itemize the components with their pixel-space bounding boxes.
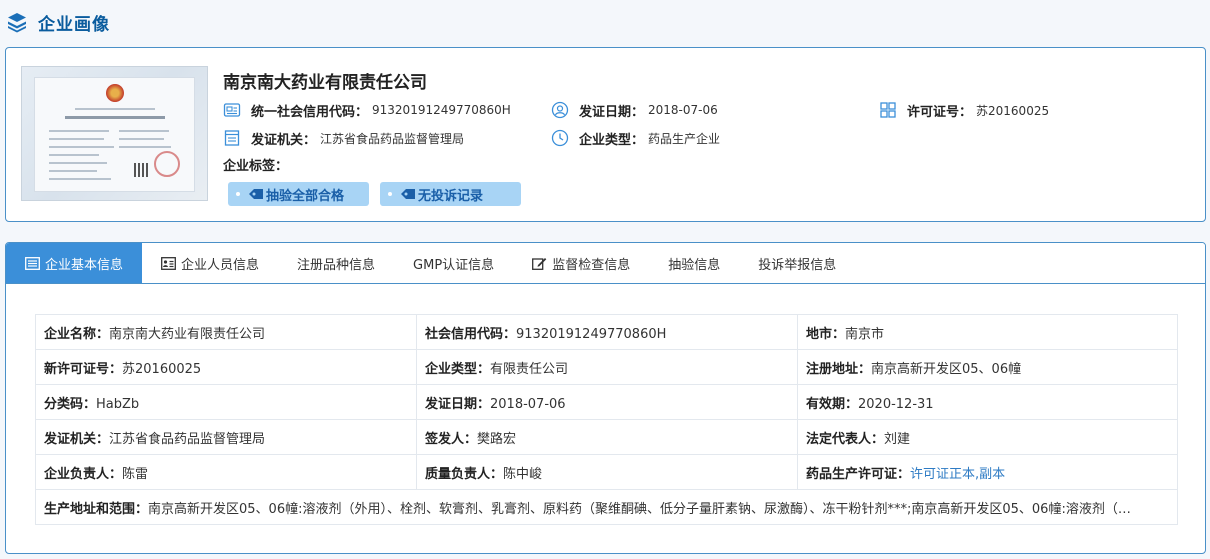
credit-card-icon: [223, 103, 241, 117]
tab-label: 注册品种信息: [297, 257, 376, 273]
issuer-item: 发证机关： 江苏省食品药品监督管理局: [223, 128, 464, 148]
tab-supervision-inspection[interactable]: 监督检查信息: [513, 243, 649, 283]
production-license-cell: 药品生产许可证：许可证正本,副本: [797, 454, 1178, 490]
tab-label: 企业基本信息: [45, 257, 124, 273]
issuer-cell: 发证机关：江苏省食品药品监督管理局: [35, 419, 417, 455]
credit-code-label: 统一社会信用代码：: [251, 104, 369, 120]
tab-gmp-certification[interactable]: GMP认证信息: [394, 243, 513, 283]
license-no-label: 许可证号：: [907, 104, 973, 120]
list-card-icon: [25, 256, 40, 270]
issue-date-item: 发证日期： 2018-07-06: [551, 100, 718, 120]
tab-label: 抽验信息: [668, 257, 721, 273]
city-cell: 地市：南京市: [797, 314, 1178, 350]
tab-label: 企业人员信息: [181, 257, 260, 273]
production-scope-cell: 生产地址和范围：南京高新开发区05、06幢:溶液剂（外用）、栓剂、软膏剂、乳膏剂…: [35, 489, 1178, 525]
credit-code-value: 91320191249770860H: [372, 103, 511, 117]
legal-representative-cell: 法定代表人：刘建: [797, 419, 1178, 455]
issue-date-label: 发证日期：: [579, 104, 645, 120]
company-name: 南京南大药业有限责任公司: [223, 73, 427, 93]
license-copies-link[interactable]: 许可证正本,副本: [910, 467, 1005, 482]
tab-sampling-info[interactable]: 抽验信息: [649, 243, 739, 283]
license-certificate-image[interactable]: [21, 66, 208, 201]
issue-date-cell: 发证日期：2018-07-06: [416, 384, 798, 420]
tag-no-complaints[interactable]: 无投诉记录: [380, 182, 521, 206]
tab-label: 投诉举报信息: [758, 257, 837, 273]
tab-complaint-info[interactable]: 投诉举报信息: [739, 243, 855, 283]
document-icon: [224, 130, 240, 146]
page-title: 企业画像: [38, 14, 110, 35]
stack-layers-icon: [8, 13, 26, 33]
table-row: 分类码：HabZb 发证日期：2018-07-06 有效期：2020-12-31: [35, 384, 1178, 420]
table-row: 生产地址和范围：南京高新开发区05、06幢:溶液剂（外用）、栓剂、软膏剂、乳膏剂…: [35, 489, 1178, 525]
table-row: 企业负责人：陈雷 质量负责人：陈中峻 药品生产许可证：许可证正本,副本: [35, 454, 1178, 490]
company-detail-card: 企业基本信息 企业人员信息 注册品种信息 GMP认证信息 监督检查信息 抽验信息…: [5, 242, 1206, 554]
user-circle-icon: [551, 101, 569, 119]
detail-tabs: 企业基本信息 企业人员信息 注册品种信息 GMP认证信息 监督检查信息 抽验信息…: [6, 243, 1205, 284]
tab-label: 监督检查信息: [552, 257, 631, 273]
issuer-label: 发证机关：: [251, 132, 317, 148]
company-type-cell: 企业类型：有限责任公司: [416, 349, 798, 385]
tab-personnel-info[interactable]: 企业人员信息: [142, 243, 278, 283]
tag-sampling-passed[interactable]: 抽验全部合格: [228, 182, 369, 206]
grid-icon: [880, 102, 896, 118]
license-no-value: 苏20160025: [976, 103, 1050, 118]
credit-code-item: 统一社会信用代码： 91320191249770860H: [223, 100, 511, 120]
page-header: 企业画像: [0, 0, 1210, 44]
quality-head-cell: 质量负责人：陈中峻: [416, 454, 798, 490]
tag-label: 无投诉记录: [418, 188, 484, 204]
tab-basic-info[interactable]: 企业基本信息: [6, 243, 143, 283]
category-code-cell: 分类码：HabZb: [35, 384, 417, 420]
company-type-value: 药品生产企业: [648, 131, 721, 146]
tag-icon: [401, 189, 415, 199]
table-row: 发证机关：江苏省食品药品监督管理局 签发人：樊路宏 法定代表人：刘建: [35, 419, 1178, 455]
company-type-item: 企业类型： 药品生产企业: [551, 128, 720, 148]
issue-date-value: 2018-07-06: [648, 103, 718, 117]
company-profile-card: 南京南大药业有限责任公司 统一社会信用代码： 91320191249770860…: [5, 47, 1206, 222]
edit-icon: [532, 257, 547, 270]
registered-address-cell: 注册地址：南京高新开发区05、06幢: [797, 349, 1178, 385]
credit-code-cell: 社会信用代码：91320191249770860H: [416, 314, 798, 350]
clock-icon: [551, 129, 569, 147]
validity-cell: 有效期：2020-12-31: [797, 384, 1178, 420]
company-type-label: 企业类型：: [579, 132, 645, 148]
tag-icon: [249, 189, 263, 199]
company-tags-label: 企业标签：: [223, 159, 289, 174]
company-head-cell: 企业负责人：陈雷: [35, 454, 417, 490]
license-no-item: 许可证号： 苏20160025: [879, 100, 1049, 120]
table-row: 企业名称：南京南大药业有限责任公司 社会信用代码：913201912497708…: [35, 314, 1178, 350]
tab-label: GMP认证信息: [413, 257, 495, 273]
tab-registered-varieties[interactable]: 注册品种信息: [278, 243, 394, 283]
id-card-icon: [161, 256, 176, 270]
new-license-no-cell: 新许可证号：苏20160025: [35, 349, 417, 385]
issuer-value: 江苏省食品药品监督管理局: [320, 131, 465, 146]
signer-cell: 签发人：樊路宏: [416, 419, 798, 455]
tag-label: 抽验全部合格: [266, 188, 345, 204]
basic-info-table: 企业名称：南京南大药业有限责任公司 社会信用代码：913201912497708…: [35, 314, 1178, 525]
table-row: 新许可证号：苏20160025 企业类型：有限责任公司 注册地址：南京高新开发区…: [35, 349, 1178, 385]
company-name-cell: 企业名称：南京南大药业有限责任公司: [35, 314, 417, 350]
